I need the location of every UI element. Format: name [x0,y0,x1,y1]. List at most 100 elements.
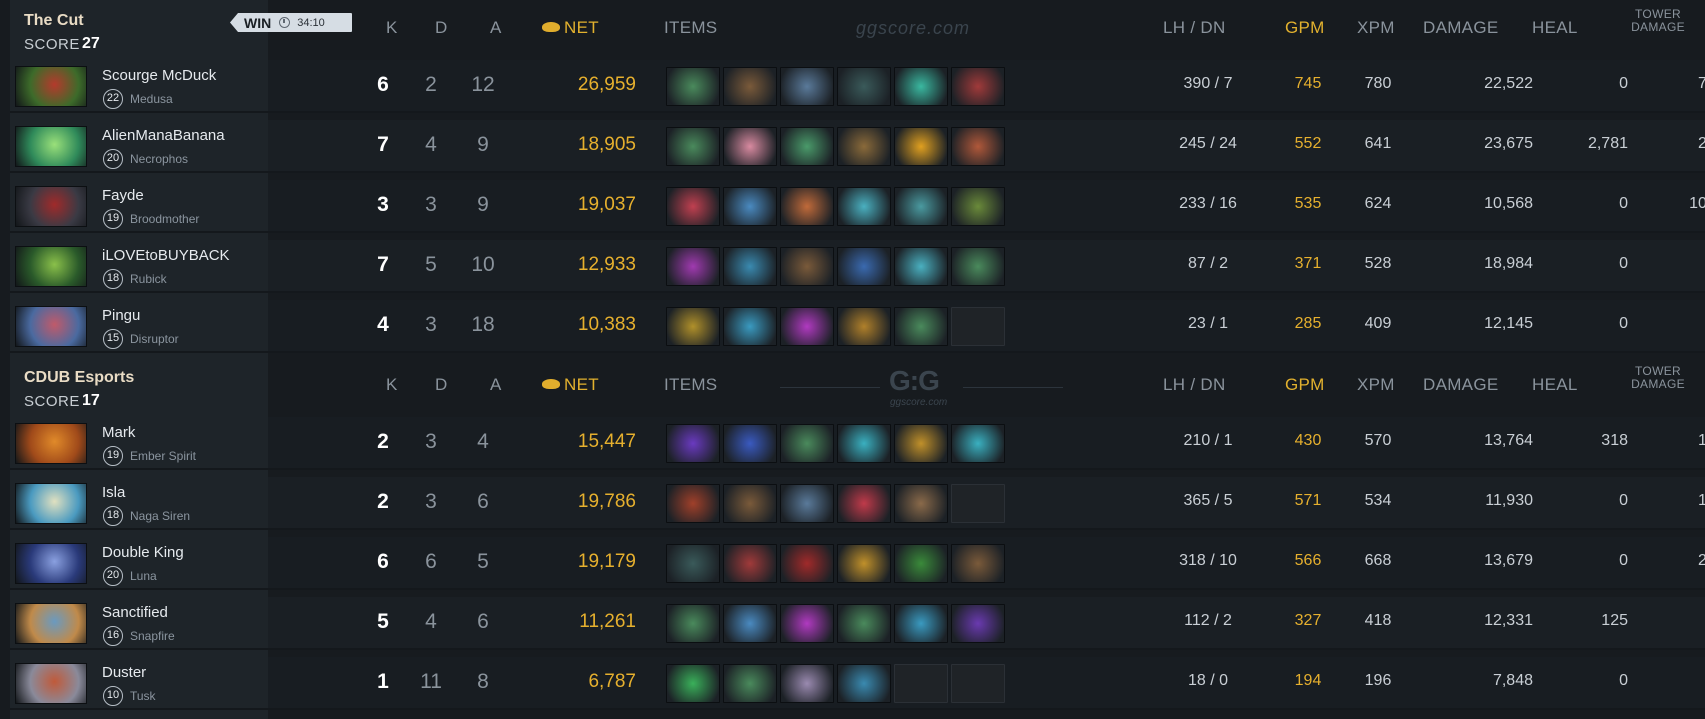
last-hits-denies: 245 / 24 [1179,135,1237,152]
item-icon[interactable] [894,127,948,166]
item-icon[interactable] [837,544,891,583]
hero-level-badge: 18 [103,506,123,526]
item-icon[interactable] [666,187,720,226]
gold-per-minute: 285 [1294,315,1322,332]
item-icon[interactable] [951,67,1005,106]
player-name[interactable]: Isla [102,484,125,501]
item-icon[interactable] [837,604,891,643]
item-icon[interactable] [894,187,948,226]
item-icon[interactable] [723,544,777,583]
item-icon[interactable] [780,664,834,703]
item-icon[interactable] [780,247,834,286]
item-icon[interactable] [780,484,834,523]
xp-per-minute: 668 [1364,552,1392,569]
item-icon[interactable] [837,424,891,463]
item-icon[interactable] [951,247,1005,286]
player-entry[interactable]: Isla 18 Naga Siren [10,477,268,530]
item-icon[interactable] [837,664,891,703]
item-icon[interactable] [837,484,891,523]
player-entry[interactable]: Duster 10 Tusk [10,657,268,710]
item-icon[interactable] [780,604,834,643]
item-icon[interactable] [951,127,1005,166]
item-icon[interactable] [723,127,777,166]
item-icon[interactable] [780,307,834,346]
player-name[interactable]: AlienManaBanana [102,127,225,144]
item-icon[interactable] [951,424,1005,463]
item-icon[interactable] [723,187,777,226]
hero-damage: 10,568 [1484,195,1533,212]
item-icon[interactable] [666,544,720,583]
tower-damage: 2,085 [1697,135,1705,152]
item-icon[interactable] [723,604,777,643]
player-name[interactable]: Scourge McDuck [102,67,216,84]
player-name[interactable]: Pingu [102,307,140,324]
item-icon[interactable] [666,247,720,286]
hero-name: Medusa [130,92,173,106]
player-entry[interactable]: Mark 19 Ember Spirit [10,417,268,470]
item-icon[interactable] [894,67,948,106]
net-worth: 19,037 [577,194,636,215]
player-entry[interactable]: AlienManaBanana 20 Necrophos [10,120,268,173]
player-entry[interactable]: Sanctified 16 Snapfire [10,597,268,650]
player-name[interactable]: Sanctified [102,604,168,621]
item-icon[interactable] [780,187,834,226]
stats-row: 4 3 18 10,383 23 / 1 285 409 12,145 0 52… [268,300,1705,353]
player-name[interactable]: Fayde [102,187,144,204]
assists: 9 [477,193,489,216]
hero-portrait [15,423,87,464]
xp-per-minute: 641 [1364,135,1392,152]
hero-damage: 23,675 [1484,135,1533,152]
item-icon[interactable] [666,484,720,523]
item-icon[interactable] [666,67,720,106]
item-icon[interactable] [894,307,948,346]
item-icon[interactable] [780,424,834,463]
player-entry[interactable]: Fayde 19 Broodmother [10,180,268,233]
item-icon[interactable] [780,127,834,166]
item-icon[interactable] [837,307,891,346]
item-icon[interactable] [837,187,891,226]
stats-row: 5 4 6 11,261 112 / 2 327 418 12,331 125 … [268,597,1705,650]
player-name[interactable]: Duster [102,664,146,681]
player-name[interactable]: Mark [102,424,135,441]
item-icon[interactable] [837,127,891,166]
assists: 12 [471,73,495,96]
last-hits-denies: 112 / 2 [1184,612,1232,629]
item-icon[interactable] [666,424,720,463]
header-items: ITEMS [664,375,718,394]
player-name[interactable]: iLOVEtoBUYBACK [102,247,230,264]
kills: 4 [377,313,389,336]
item-icon[interactable] [666,664,720,703]
deaths: 4 [425,610,437,633]
item-icon[interactable] [666,307,720,346]
item-icon[interactable] [723,67,777,106]
xp-per-minute: 570 [1364,432,1392,449]
item-icon[interactable] [780,544,834,583]
item-icon[interactable] [837,247,891,286]
item-icon[interactable] [723,247,777,286]
item-icon[interactable] [894,544,948,583]
item-icon[interactable] [951,604,1005,643]
item-icon[interactable] [951,544,1005,583]
item-icon[interactable] [894,424,948,463]
item-icon[interactable] [894,484,948,523]
item-icon[interactable] [951,187,1005,226]
item-icon[interactable] [723,424,777,463]
item-icon[interactable] [894,604,948,643]
item-icon[interactable] [723,484,777,523]
player-entry[interactable]: Double King 20 Luna [10,537,268,590]
player-entry[interactable]: Scourge McDuck 22 Medusa [10,60,268,113]
item-icon[interactable] [666,127,720,166]
player-name[interactable]: Double King [102,544,184,561]
item-icon[interactable] [723,307,777,346]
player-entry[interactable]: Pingu 15 Disruptor [10,300,268,353]
gold-per-minute: 430 [1294,432,1322,449]
player-entry[interactable]: iLOVEtoBUYBACK 18 Rubick [10,240,268,293]
item-icon[interactable] [837,67,891,106]
item-icon[interactable] [894,247,948,286]
item-icon[interactable] [723,664,777,703]
item-icon[interactable] [780,67,834,106]
score-label: SCORE [24,36,80,53]
item-icon[interactable] [666,604,720,643]
net-worth: 11,261 [579,611,636,632]
hero-name: Disruptor [130,332,179,346]
